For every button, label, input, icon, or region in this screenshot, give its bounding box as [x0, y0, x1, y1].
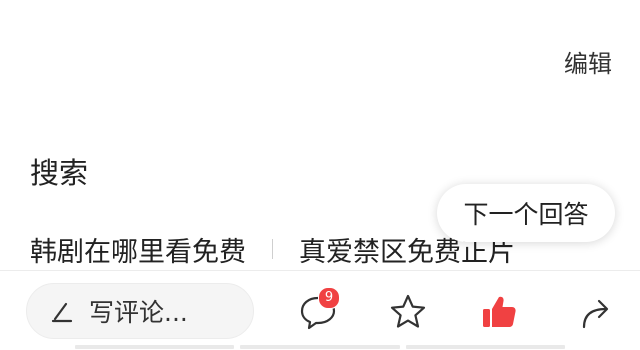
thumbs-up-icon [483, 296, 516, 327]
preview-segment [240, 345, 400, 349]
comment-count-badge: 9 [318, 287, 340, 309]
like-button[interactable] [477, 290, 521, 334]
star-icon [390, 294, 426, 328]
content-preview-strip [75, 345, 565, 349]
share-button[interactable] [574, 290, 618, 334]
comment-input[interactable]: 写评论... [26, 283, 254, 339]
preview-segment [75, 345, 235, 349]
next-answer-button[interactable]: 下一个回答 [437, 184, 615, 242]
favorite-button[interactable] [386, 290, 430, 334]
suggestion-divider [272, 239, 273, 259]
search-suggestion-item[interactable]: 韩剧在哪里看免费 [30, 230, 246, 269]
comment-button[interactable]: 9 [296, 287, 340, 334]
bottom-action-bar: 写评论... 9 [0, 270, 640, 350]
comment-placeholder: 写评论... [89, 298, 188, 327]
pen-icon [51, 302, 73, 323]
preview-segment [405, 345, 565, 349]
search-section-title: 搜索 [30, 156, 89, 190]
share-arrow-icon [582, 299, 609, 329]
edit-button[interactable]: 编辑 [564, 44, 612, 79]
